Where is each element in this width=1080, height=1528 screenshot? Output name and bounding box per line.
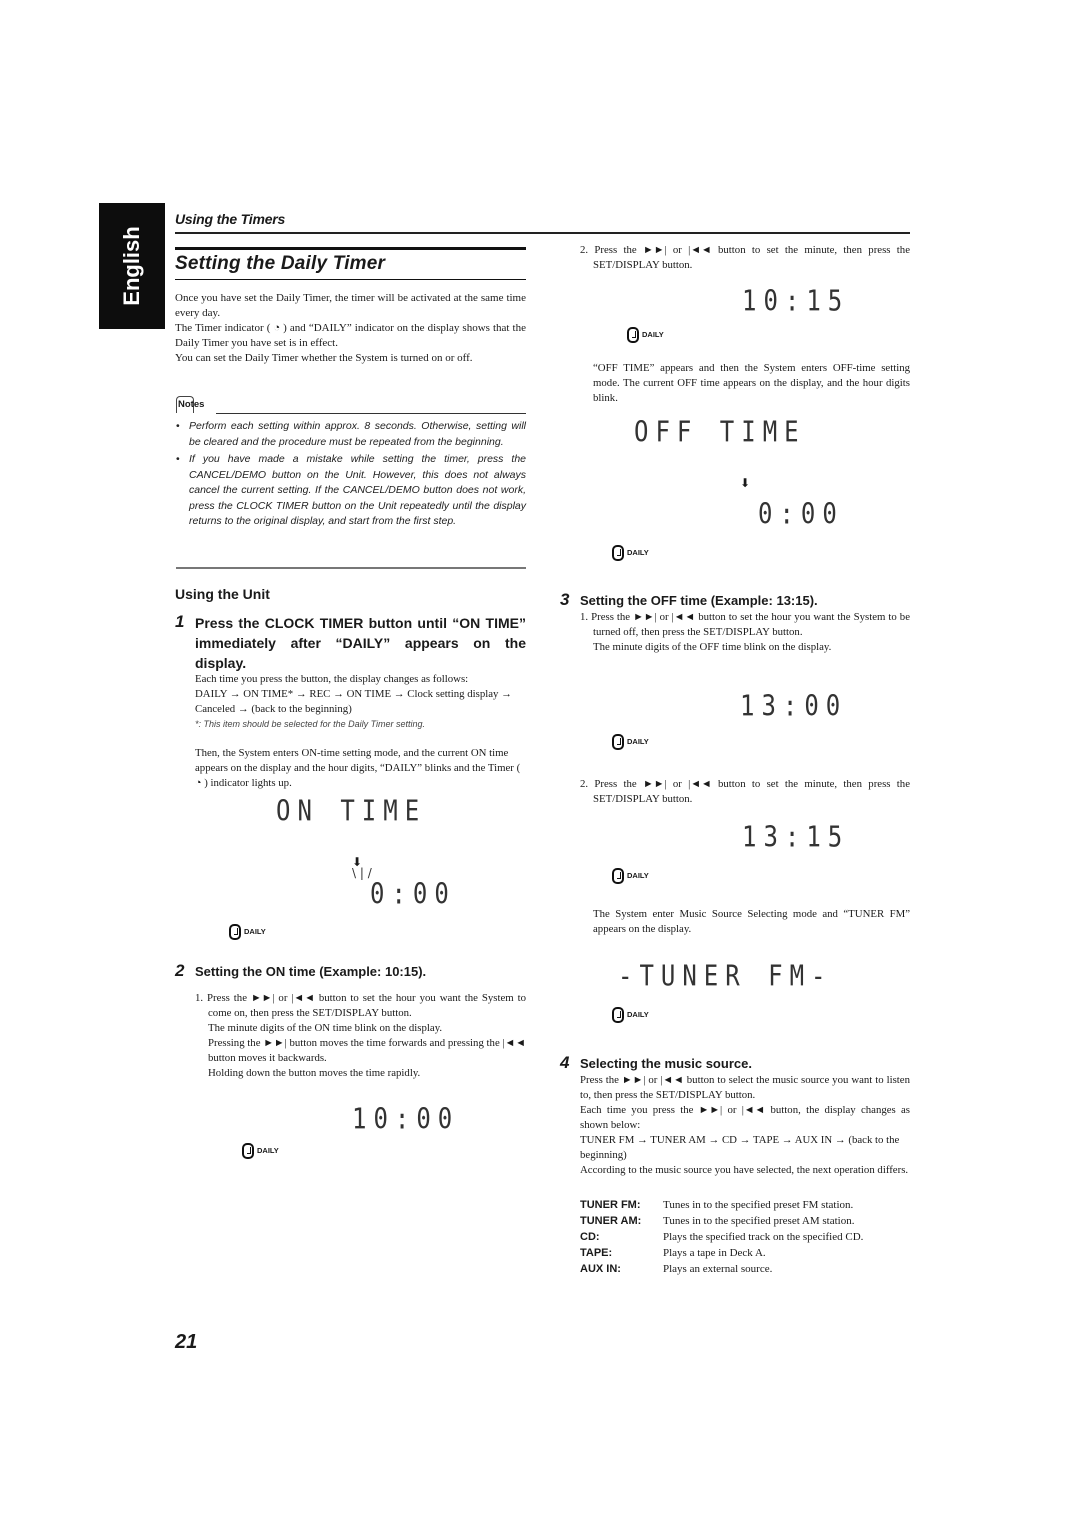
note-item: If you have made a mistake while setting…: [176, 452, 526, 530]
step1-heading: 1 Press the CLOCK TIMER button until “ON…: [175, 612, 526, 673]
step3-item1: 1. Press the ►►| or |◄◄ button to set th…: [580, 610, 910, 655]
step2-item1c: Pressing the ►►| button moves the time f…: [208, 1037, 526, 1064]
step3-item1-text: 1. Press the ►►| or |◄◄ button to set th…: [580, 611, 910, 638]
daily-label: DAILY: [642, 330, 664, 339]
timer-clock-icon: [229, 924, 241, 940]
step1-footnote: *: This item should be selected for the …: [195, 719, 426, 729]
step2-after: “OFF TIME” appears and then the System e…: [593, 362, 910, 404]
lcd-off-time-value: 0:00: [758, 497, 844, 531]
step2-item2-text: 2. Press the ►►| or |◄◄ button to set th…: [580, 244, 910, 271]
step1-number: 1: [175, 612, 185, 631]
source-row: AUX IN: Plays an external source.: [580, 1261, 863, 1277]
intro-paragraph: Once you have set the Daily Timer, the t…: [175, 292, 526, 319]
title-top-rule: [175, 247, 526, 250]
intro-paragraph: The Timer indicator ( ◔ ) and “DAILY” in…: [175, 322, 526, 349]
step3-item2: 2. Press the ►►| or |◄◄ button to set th…: [580, 777, 910, 807]
step4-body3: According to the music source you have s…: [580, 1164, 909, 1176]
timer-clock-icon: [612, 734, 624, 750]
header-rule: [175, 232, 910, 234]
source-row: TUNER FM: Tunes in to the specified prese…: [580, 1197, 863, 1213]
notes-bottom-rule: [176, 567, 526, 569]
step2-heading: 2 Setting the ON time (Example: 10:15).: [175, 961, 526, 982]
notes-list: Perform each setting within approx. 8 se…: [176, 419, 526, 532]
source-row: CD: Plays the specified track on the spec…: [580, 1229, 863, 1245]
daily-label: DAILY: [257, 1146, 279, 1155]
intro-paragraph: You can set the Daily Timer whether the …: [175, 352, 473, 364]
lcd-tuner-fm: -TUNER FM-: [618, 959, 833, 993]
lcd-off-time: OFF TIME: [634, 415, 806, 449]
step3-heading-text: Setting the OFF time (Example: 13:15).: [580, 593, 818, 608]
step2-item1b: The minute digits of the ON time blink o…: [208, 1022, 443, 1034]
notes-heading: Notes: [176, 396, 526, 416]
daily-label: DAILY: [627, 737, 649, 746]
step2-item1: 1. Press the ►►| or |◄◄ button to set th…: [180, 991, 526, 1081]
daily-label: DAILY: [627, 548, 649, 557]
language-label: English: [119, 226, 144, 306]
page-title: Setting the Daily Timer: [175, 253, 386, 274]
source-desc: Tunes in to the specified preset AM stat…: [663, 1215, 855, 1227]
step1-heading-text: Press the CLOCK TIMER button until “ON T…: [195, 615, 526, 671]
daily-label: DAILY: [627, 871, 649, 880]
source-desc: Tunes in to the specified preset FM stat…: [663, 1199, 854, 1211]
section-header: Using the Timers: [175, 211, 286, 227]
step3-item1b: The minute digits of the OFF time blink …: [593, 641, 832, 653]
step1-body-text: Each time you press the button, the disp…: [195, 673, 469, 685]
step4-number: 4: [560, 1053, 570, 1072]
step3-heading: 3 Setting the OFF time (Example: 13:15).: [560, 590, 910, 611]
notes-rule: [216, 413, 526, 414]
step4-body2: Each time you press the ►►| or |◄◄ butto…: [580, 1104, 910, 1131]
source-row: TAPE: Plays a tape in Deck A.: [580, 1245, 863, 1261]
source-desc: Plays an external source.: [663, 1263, 773, 1275]
language-tab: English: [99, 203, 165, 329]
title-bottom-rule: [175, 279, 526, 280]
lcd-on-hour-set: 10:00: [352, 1102, 460, 1136]
step4-heading-text: Selecting the music source.: [580, 1056, 752, 1071]
intro-text: Once you have set the Daily Timer, the t…: [175, 291, 526, 366]
step2-number: 2: [175, 961, 185, 980]
step4-heading: 4 Selecting the music source.: [560, 1053, 910, 1074]
step3-item2-text: 2. Press the ►►| or |◄◄ button to set th…: [580, 778, 910, 805]
timer-clock-icon: [612, 545, 624, 561]
note-item: Perform each setting within approx. 8 se…: [176, 419, 526, 450]
using-unit-heading: Using the Unit: [175, 586, 270, 602]
page-number: 21: [175, 1331, 198, 1353]
source-key: TAPE:: [580, 1247, 613, 1259]
step3-after: The System enter Music Source Selecting …: [593, 908, 910, 935]
source-key: TUNER FM:: [580, 1199, 641, 1211]
source-key: AUX IN:: [580, 1263, 621, 1275]
source-key: CD:: [580, 1231, 600, 1243]
music-source-table: TUNER FM: Tunes in to the specified prese…: [580, 1197, 863, 1277]
step4-sequence: TUNER FM → TUNER AM → CD → TAPE → AUX IN…: [580, 1134, 900, 1161]
notes-label: Notes: [178, 399, 205, 410]
source-desc: Plays the specified track on the specifi…: [663, 1231, 864, 1243]
lcd-off-minute-set: 13:15: [742, 820, 850, 854]
blink-rays-icon: \ | /: [352, 866, 372, 880]
daily-label: DAILY: [627, 1010, 649, 1019]
lcd-on-time-value: 0:00: [370, 877, 456, 911]
lcd-on-time: ON TIME: [276, 794, 427, 828]
step1-body: Each time you press the button, the disp…: [195, 672, 526, 791]
step3-number: 3: [560, 590, 570, 609]
source-key: TUNER AM:: [580, 1215, 642, 1227]
lcd-on-minute-set: 10:15: [742, 284, 850, 318]
timer-clock-icon: [242, 1143, 254, 1159]
step4-body: Press the ►►| or |◄◄ button to select th…: [580, 1073, 910, 1178]
timer-clock-icon: [612, 1007, 624, 1023]
step2-item2: 2. Press the ►►| or |◄◄ button to set th…: [580, 243, 910, 273]
down-arrow-icon: ⬇: [740, 476, 751, 490]
source-desc: Plays a tape in Deck A.: [663, 1247, 766, 1259]
step2-item1-text: 1. Press the ►►| or |◄◄ button to set th…: [195, 992, 526, 1019]
timer-clock-icon: [627, 327, 639, 343]
daily-label: DAILY: [244, 927, 266, 936]
step2-item1d: Holding down the button moves the time r…: [208, 1067, 421, 1079]
step1-after: Then, the System enters ON-time setting …: [195, 747, 521, 789]
source-row: TUNER AM: Tunes in to the specified prese…: [580, 1213, 863, 1229]
step4-body1: Press the ►►| or |◄◄ button to select th…: [580, 1074, 910, 1101]
step2-heading-text: Setting the ON time (Example: 10:15).: [195, 964, 427, 979]
timer-clock-icon: [612, 868, 624, 884]
lcd-off-hour-set: 13:00: [740, 689, 848, 723]
step1-sequence: DAILY → ON TIME* → REC → ON TIME → Clock…: [195, 688, 512, 715]
